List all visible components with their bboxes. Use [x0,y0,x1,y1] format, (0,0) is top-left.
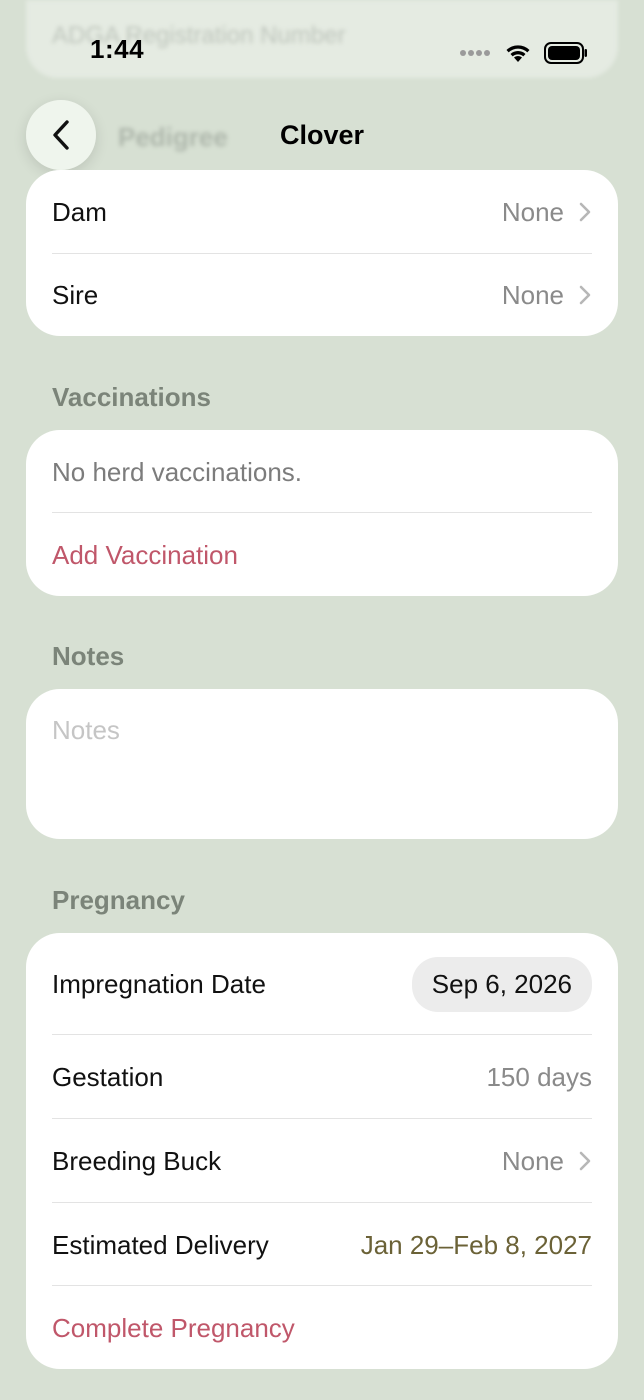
divider [52,512,592,513]
breeding-buck-label: Breeding Buck [52,1145,222,1176]
impregnation-date-row: Impregnation Date Sep 6, 2026 [52,933,592,1035]
dam-value-group: None [502,197,592,228]
dam-value: None [501,196,564,227]
vaccinations-empty-row: No herd vaccinations. [52,430,592,514]
add-vaccination-label: Add Vaccination [52,539,238,570]
wifi-icon [506,45,530,62]
notes-card[interactable]: Notes [26,689,618,839]
notes-input[interactable]: Notes [52,715,120,746]
dam-label: Dam [52,196,107,227]
estimated-delivery-label: Estimated Delivery [52,1229,269,1260]
estimated-delivery-value: Jan 29–Feb 8, 2027 [360,1229,592,1260]
breeding-buck-value-group: None [502,1146,592,1177]
gestation-label: Gestation [52,1061,164,1092]
status-bar-time: 1:44 [90,34,145,64]
breeding-buck-row[interactable]: Breeding Buck None [52,1119,592,1203]
vaccinations-header: Vaccinations [52,382,211,412]
gestation-row: Gestation 150 days [52,1035,592,1119]
pregnancy-card: Impregnation Date Sep 6, 2026 Gestation … [26,933,618,1369]
chevron-right-icon [579,202,591,222]
breeding-buck-value: None [501,1145,564,1176]
cellular-signal-icon [460,50,490,56]
sire-value: None [501,279,564,310]
sire-value-group: None [502,280,592,311]
chevron-right-icon [579,285,591,305]
pedigree-card: Dam None Sire None [26,170,618,336]
page-title: Clover [279,120,365,150]
complete-pregnancy-label: Complete Pregnancy [52,1312,295,1343]
status-bar-icons [460,38,588,68]
add-vaccination-button[interactable]: Add Vaccination [52,514,592,596]
battery-icon [544,42,587,64]
chevron-right-icon [579,1151,591,1171]
vaccinations-empty-text: No herd vaccinations. [52,456,303,487]
sire-row[interactable]: Sire None [52,254,592,336]
complete-pregnancy-button[interactable]: Complete Pregnancy [52,1287,592,1369]
gestation-value: 150 days [486,1061,592,1092]
notes-header: Notes [52,641,125,671]
estimated-delivery-row: Estimated Delivery Jan 29–Feb 8, 2027 [52,1203,592,1287]
divider [52,1285,592,1286]
dam-row[interactable]: Dam None [52,170,592,254]
impregnation-date-label: Impregnation Date [52,968,266,999]
sire-label: Sire [52,279,99,310]
impregnation-date-picker[interactable]: Sep 6, 2026 [411,956,592,1012]
pregnancy-header: Pregnancy [52,885,185,915]
vaccinations-card: No herd vaccinations. Add Vaccination [26,430,618,596]
